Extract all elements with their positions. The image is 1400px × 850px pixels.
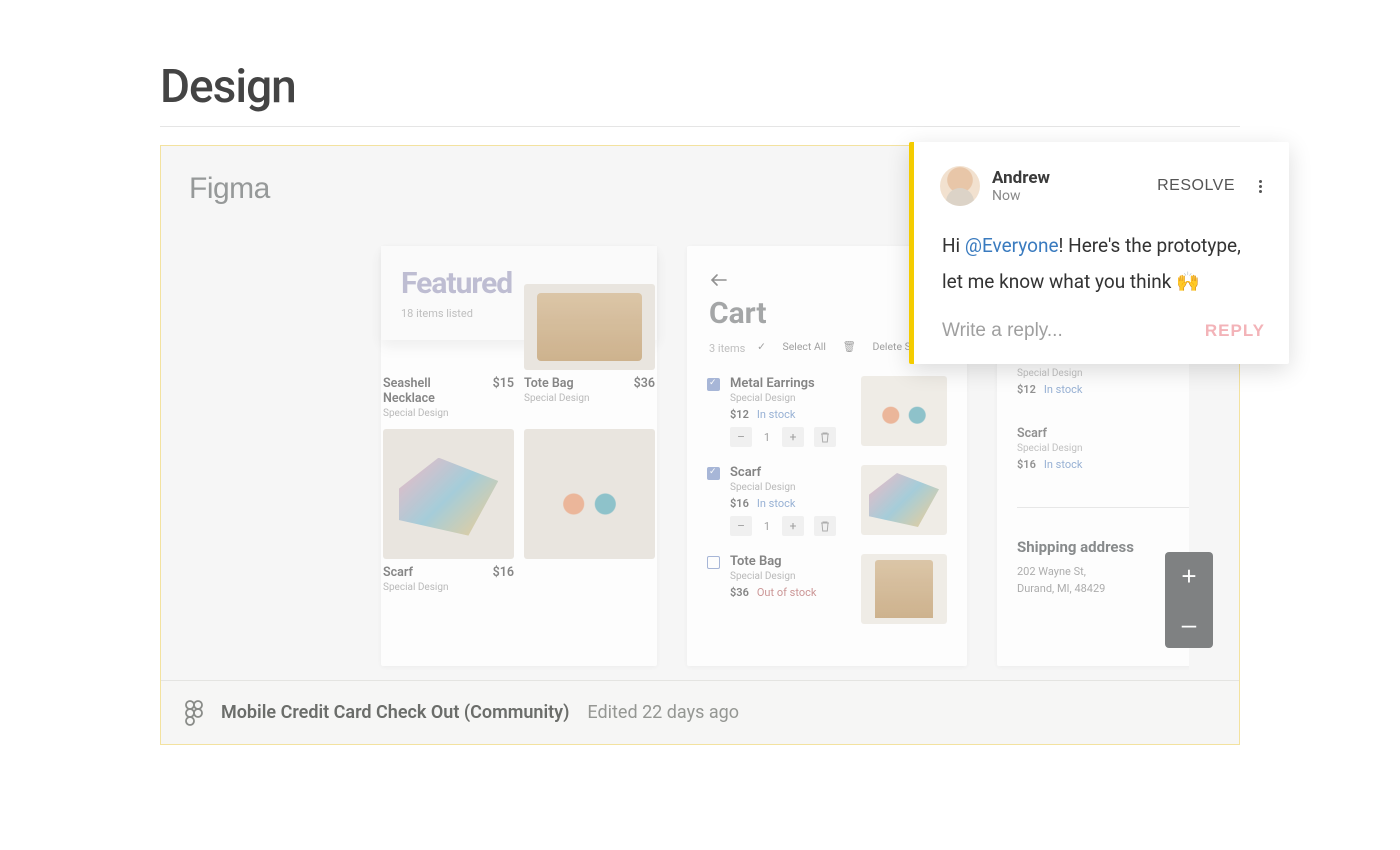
- cart-items: Metal Earrings Special Design $12 In stoc…: [707, 376, 947, 624]
- zoom-out-button[interactable]: –: [1165, 600, 1213, 648]
- cart-title: Cart: [709, 296, 767, 331]
- product-name: Tote Bag: [524, 376, 574, 391]
- select-all-button[interactable]: ✓ Select All: [757, 340, 826, 353]
- product-grid: Seashell Necklace $15 Special Design Tot…: [381, 376, 657, 593]
- cart-item-name: Tote Bag: [730, 554, 851, 569]
- checkbox-icon[interactable]: [707, 467, 720, 480]
- zoom-in-button[interactable]: +: [1165, 552, 1213, 600]
- product-subtitle: Special Design: [524, 393, 655, 404]
- qty-value: 1: [754, 431, 780, 444]
- more-menu-icon[interactable]: [1251, 177, 1269, 195]
- qty-minus-button[interactable]: –: [730, 427, 752, 447]
- checkout-item-sub: Special Design: [1017, 368, 1189, 379]
- cart-item[interactable]: Tote Bag Special Design $36 Out of stock: [707, 554, 947, 624]
- cart-item-sub: Special Design: [730, 482, 851, 493]
- file-edited-label: Edited 22 days ago: [587, 702, 739, 723]
- cart-item-thumb: [861, 465, 947, 535]
- product-card[interactable]: [524, 429, 655, 593]
- cart-item-price: $12: [730, 408, 749, 421]
- embed-footer: Mobile Credit Card Check Out (Community)…: [161, 680, 1239, 744]
- reply-button[interactable]: REPLY: [1205, 321, 1265, 341]
- shipping-title: Shipping address: [1017, 538, 1189, 556]
- section-divider: [160, 126, 1240, 127]
- product-thumb: [524, 429, 655, 559]
- checkout-items: Special Design $12 In stock Scarf Special…: [1017, 366, 1189, 597]
- product-name: Seashell Necklace: [383, 376, 463, 406]
- figma-embed: Figma Featured 18 items listed Sort Filt…: [160, 145, 1240, 745]
- checkout-divider: [1017, 507, 1189, 508]
- cart-item-stock: In stock: [757, 408, 796, 421]
- cart-item[interactable]: Metal Earrings Special Design $12 In stoc…: [707, 376, 947, 447]
- product-price: $36: [634, 376, 655, 391]
- product-price: $16: [493, 565, 514, 580]
- product-thumb: [524, 284, 655, 370]
- reply-input[interactable]: [942, 320, 1205, 342]
- trash-icon[interactable]: [814, 427, 836, 447]
- product-thumb: [383, 429, 514, 559]
- product-subtitle: Special Design: [383, 408, 514, 419]
- qty-value: 1: [754, 520, 780, 533]
- checkout-item-price: $16: [1017, 458, 1036, 471]
- checkout-item-name: Scarf: [1017, 426, 1189, 441]
- comment-author: Andrew: [992, 168, 1050, 188]
- resolve-button[interactable]: RESOLVE: [1157, 177, 1235, 195]
- cart-item[interactable]: Scarf Special Design $16 In stock – 1 +: [707, 465, 947, 536]
- section-title: Design: [160, 60, 1240, 114]
- back-arrow-icon[interactable]: [709, 272, 729, 291]
- comment-body: Hi @Everyone! Here's the prototype, let …: [914, 212, 1289, 312]
- qty-plus-button[interactable]: +: [782, 427, 804, 447]
- cart-count: 3 items: [709, 342, 745, 355]
- qty-plus-button[interactable]: +: [782, 516, 804, 536]
- cart-item-thumb: [861, 376, 947, 446]
- checkbox-icon[interactable]: [707, 556, 720, 569]
- checkout-item-price: $12: [1017, 383, 1036, 396]
- checkout-item-stock: In stock: [1044, 383, 1083, 396]
- trash-icon[interactable]: [814, 516, 836, 536]
- checkout-item: Special Design $12 In stock: [1017, 366, 1189, 410]
- product-price: $15: [493, 376, 514, 391]
- quantity-stepper[interactable]: – 1 +: [730, 427, 851, 447]
- checkout-item: Scarf Special Design $16 In stock: [1017, 426, 1189, 471]
- zoom-controls: + –: [1165, 552, 1213, 648]
- cart-item-stock: In stock: [757, 497, 796, 510]
- mention[interactable]: @Everyone: [965, 234, 1059, 257]
- qty-minus-button[interactable]: –: [730, 516, 752, 536]
- product-card[interactable]: Scarf $16 Special Design: [383, 429, 514, 593]
- quantity-stepper[interactable]: – 1 +: [730, 516, 851, 536]
- checkout-item-stock: In stock: [1044, 458, 1083, 471]
- product-card[interactable]: Seashell Necklace $15 Special Design: [383, 370, 514, 419]
- cart-item-stock: Out of stock: [757, 586, 817, 599]
- figma-logo-icon: [185, 700, 203, 726]
- comment-card: Andrew Now RESOLVE Hi @Everyone! Here's …: [909, 142, 1289, 364]
- cart-item-price: $16: [730, 497, 749, 510]
- cart-item-name: Scarf: [730, 465, 851, 480]
- cart-item-sub: Special Design: [730, 571, 851, 582]
- shipping-address: 202 Wayne St, Durand, MI, 48429: [1017, 564, 1189, 597]
- artboard-featured[interactable]: Featured 18 items listed Sort Filter Sea…: [381, 246, 657, 666]
- checkout-item-sub: Special Design: [1017, 443, 1189, 454]
- cart-item-sub: Special Design: [730, 393, 851, 404]
- product-card[interactable]: Tote Bag $36 Special Design: [524, 376, 655, 419]
- avatar: [940, 166, 980, 206]
- product-name: Scarf: [383, 565, 413, 580]
- cart-item-name: Metal Earrings: [730, 376, 851, 391]
- comment-time: Now: [992, 188, 1050, 204]
- cart-item-thumb: [861, 554, 947, 624]
- file-name[interactable]: Mobile Credit Card Check Out (Community): [221, 702, 569, 723]
- product-subtitle: Special Design: [383, 582, 514, 593]
- checkbox-icon[interactable]: [707, 378, 720, 391]
- cart-item-price: $36: [730, 586, 749, 599]
